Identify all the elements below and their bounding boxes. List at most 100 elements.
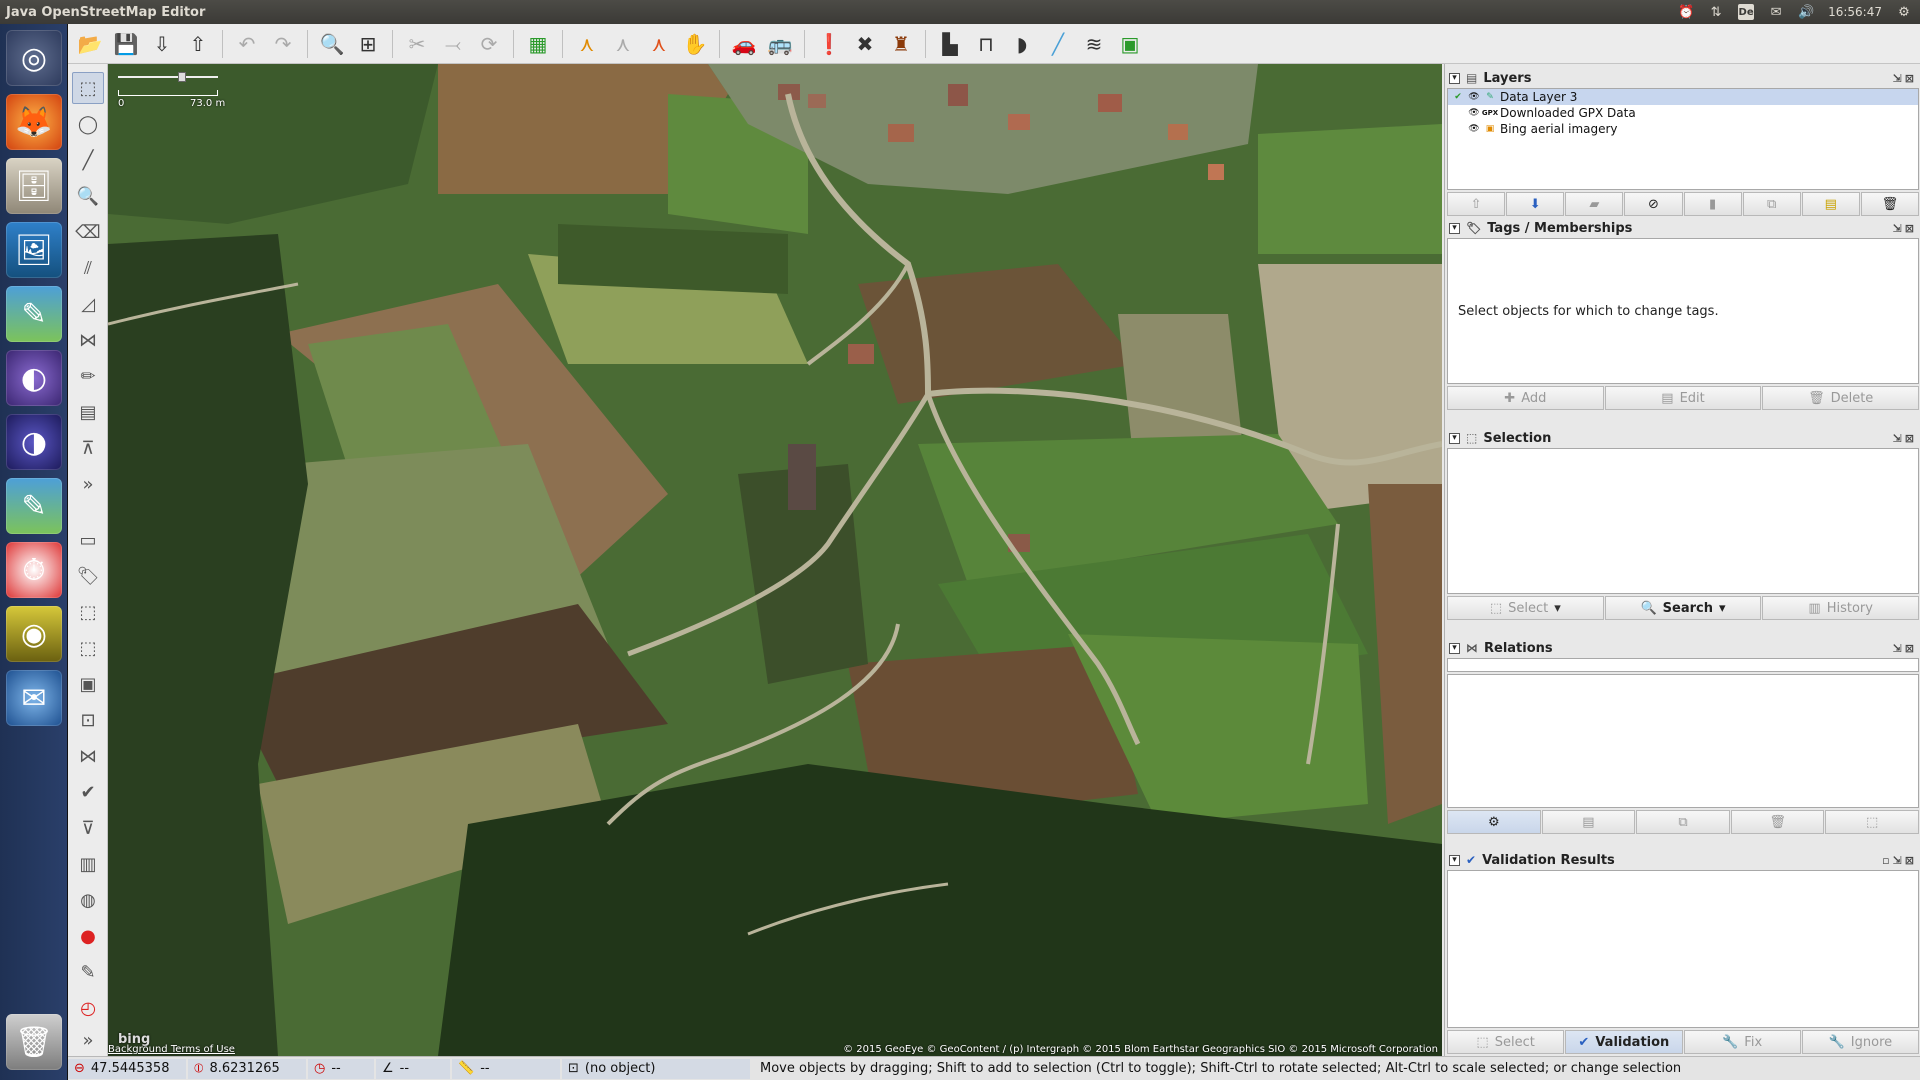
collapse-icon[interactable]: ▾: [1449, 432, 1460, 444]
relations-filter-input[interactable]: [1447, 658, 1919, 672]
tags-dialog-toggle-icon[interactable]: 🏷: [72, 560, 104, 592]
search-button[interactable]: 🔍 Search ▾: [1604, 596, 1762, 620]
filter-toggle-icon[interactable]: ⊽: [72, 812, 104, 844]
extrude-icon[interactable]: ⋈: [72, 324, 104, 356]
show-hide-icon[interactable]: ⊘: [1624, 192, 1683, 216]
download-icon[interactable]: ⇩: [146, 28, 178, 60]
dialog-controls[interactable]: ⇲⊠: [1893, 72, 1917, 85]
lanes-icon[interactable]: ⊼: [72, 432, 104, 464]
merge-icon[interactable]: ⧉: [1742, 192, 1801, 216]
save-icon[interactable]: 💾: [110, 28, 142, 60]
mail-icon[interactable]: ✉: [1768, 4, 1784, 20]
validation-button[interactable]: ✔ Validation: [1565, 1030, 1683, 1054]
changeset-toggle-icon[interactable]: ▥: [72, 848, 104, 880]
tunnel-icon[interactable]: ◗: [1006, 28, 1038, 60]
undo-icon[interactable]: ↶: [231, 28, 263, 60]
eclipse-alt-icon[interactable]: ◑: [6, 414, 62, 470]
delete-tag-button[interactable]: 🗑 Delete: [1762, 386, 1920, 410]
eye-icon[interactable]: 👁: [1468, 123, 1480, 135]
select-mode-icon[interactable]: ⬚: [72, 72, 104, 104]
upload-icon[interactable]: ⇧: [182, 28, 214, 60]
draw-nodes-icon[interactable]: ╱: [72, 144, 104, 176]
move-down-icon[interactable]: ⬇: [1506, 192, 1565, 216]
file-manager-icon[interactable]: 🗄: [6, 158, 62, 214]
parallel-way-icon[interactable]: ⫽: [72, 252, 104, 284]
josm-active-icon[interactable]: ✎: [6, 478, 62, 534]
waterway-icon[interactable]: ╱: [1042, 28, 1074, 60]
more-tools-icon[interactable]: »: [72, 468, 104, 500]
user-list-icon[interactable]: ⬚: [72, 632, 104, 664]
layer-row[interactable]: 👁 GPX Downloaded GPX Data: [1448, 105, 1918, 121]
ignore-button[interactable]: 🔧 Ignore: [1801, 1030, 1919, 1054]
combine-way-icon[interactable]: ⤙: [437, 28, 469, 60]
ubuntu-dash-icon[interactable]: ◎: [6, 30, 62, 86]
layer-row[interactable]: ✔ 👁 ✎ Data Layer 3: [1448, 89, 1918, 105]
collapse-icon[interactable]: ▾: [1449, 854, 1460, 866]
map-view[interactable]: 0 73.0 m bing Background Terms of Use © …: [108, 64, 1442, 1056]
layer-row[interactable]: 👁 ▣ Bing aerial imagery: [1448, 121, 1918, 137]
dialog-controls[interactable]: ▫⇲⊠: [1882, 854, 1917, 867]
junction-preset-icon[interactable]: ⋏: [607, 28, 639, 60]
improve-way-icon[interactable]: ◿: [72, 288, 104, 320]
selection-list[interactable]: [1447, 448, 1919, 594]
barrier-hand-icon[interactable]: ✋: [679, 28, 711, 60]
car-icon[interactable]: 🚗: [728, 28, 760, 60]
delete-mode-icon[interactable]: ⌫: [72, 216, 104, 248]
delete-layer-icon[interactable]: 🗑: [1860, 192, 1919, 216]
visible-check-icon[interactable]: ✔: [1452, 91, 1464, 103]
bus-icon[interactable]: 🚌: [764, 28, 796, 60]
eye-icon[interactable]: 👁: [1468, 107, 1480, 119]
notes-toggle-icon[interactable]: ●: [72, 920, 104, 952]
land-use-icon[interactable]: ▣: [1114, 28, 1146, 60]
move-up-icon[interactable]: ⇧: [1447, 192, 1506, 216]
toggle-dialog-icon[interactable]: ▭: [72, 524, 104, 556]
network-icon[interactable]: ⇅: [1708, 4, 1724, 20]
alarm-indicator-icon[interactable]: ⏰: [1678, 4, 1694, 20]
josm-launcher-icon[interactable]: ✎: [6, 286, 62, 342]
redo-icon[interactable]: ↷: [267, 28, 299, 60]
split-way-icon[interactable]: ✂: [401, 28, 433, 60]
volume-icon[interactable]: 🔊: [1798, 4, 1814, 20]
alarm-clock-icon[interactable]: ⏱: [6, 542, 62, 598]
collapse-icon[interactable]: ▾: [1449, 72, 1460, 84]
dialog-controls[interactable]: ⇲⊠: [1893, 642, 1917, 655]
collapse-icon[interactable]: ▾: [1449, 642, 1460, 654]
duplicate-icon[interactable]: ▤: [1801, 192, 1860, 216]
lasso-icon[interactable]: ◯: [72, 108, 104, 140]
select-button[interactable]: ⬚ Select ▾: [1447, 596, 1604, 620]
road-preset-icon[interactable]: ⋏: [643, 28, 675, 60]
duplicate-relation-icon[interactable]: ⧉: [1636, 810, 1730, 834]
activate-layer-icon[interactable]: ▰: [1565, 192, 1624, 216]
imagery-toggle-icon[interactable]: ▣: [72, 668, 104, 700]
railway-icon[interactable]: ≋: [1078, 28, 1110, 60]
history-toggle-icon[interactable]: ⊡: [72, 704, 104, 736]
collapse-icon[interactable]: ▾: [1449, 222, 1460, 234]
building-icon[interactable]: ▤: [72, 396, 104, 428]
delete-relation-icon[interactable]: 🗑: [1730, 810, 1825, 834]
gpx-toggle-icon[interactable]: ✎: [72, 956, 104, 988]
clock[interactable]: 16:56:47: [1828, 5, 1882, 19]
dialog-controls[interactable]: ⇲⊠: [1893, 222, 1917, 235]
restaurant-icon[interactable]: ✖: [849, 28, 881, 60]
image-viewer-icon[interactable]: 🖼: [6, 222, 62, 278]
bridge-icon[interactable]: ⊓: [970, 28, 1002, 60]
pencil-icon[interactable]: ✏: [72, 360, 104, 392]
zoom-slider[interactable]: [118, 72, 218, 82]
background-terms-link[interactable]: Background Terms of Use: [108, 1044, 235, 1055]
minimap-toggle-icon[interactable]: ◴: [72, 992, 104, 1024]
reverse-way-icon[interactable]: ⟳: [473, 28, 505, 60]
fix-button[interactable]: 🔧 Fix: [1683, 1030, 1801, 1054]
dialog-controls[interactable]: ⇲⊠: [1893, 432, 1917, 445]
add-tag-button[interactable]: ✚ Add: [1447, 386, 1604, 410]
validation-toggle-icon[interactable]: ✔: [72, 776, 104, 808]
selection-dialog-toggle-icon[interactable]: ⬚: [72, 596, 104, 628]
map-paint-toggle-icon[interactable]: ◍: [72, 884, 104, 916]
warning-icon[interactable]: ❗: [813, 28, 845, 60]
presets-map-icon[interactable]: ▦: [522, 28, 554, 60]
industrial-icon[interactable]: ▙: [934, 28, 966, 60]
eye-icon[interactable]: 👁: [1468, 91, 1480, 103]
relations-list[interactable]: [1447, 674, 1919, 808]
edit-relation-icon[interactable]: ▤: [1541, 810, 1636, 834]
open-file-icon[interactable]: 📂: [74, 28, 106, 60]
more-dialogs-icon[interactable]: »: [72, 1024, 104, 1056]
